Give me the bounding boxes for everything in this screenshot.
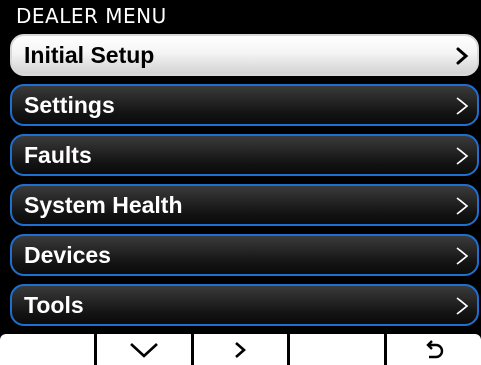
chevron-right-icon [456, 197, 469, 215]
chevron-down-icon [129, 342, 158, 358]
menu-item-label: System Health [24, 192, 183, 218]
menu-item-devices[interactable]: Devices [10, 234, 479, 276]
softkey-blank-2[interactable] [290, 334, 385, 365]
softkey-down[interactable] [96, 334, 191, 365]
menu-item-tools[interactable]: Tools [10, 284, 479, 326]
menu-item-label: Settings [24, 92, 115, 118]
menu-item-label: Tools [24, 292, 84, 318]
softkey-back[interactable] [387, 334, 481, 365]
menu-list: Initial Setup Settings Faults System Hea… [10, 34, 479, 334]
menu-item-settings[interactable]: Settings [10, 84, 479, 126]
chevron-right-icon [456, 147, 469, 165]
page-title: DEALER MENU [0, 0, 481, 32]
menu-item-label: Devices [24, 242, 111, 268]
menu-item-system-health[interactable]: System Health [10, 184, 479, 226]
chevron-right-icon [456, 97, 469, 115]
chevron-right-icon [235, 341, 247, 358]
menu-item-faults[interactable]: Faults [10, 134, 479, 176]
chevron-right-icon [456, 47, 469, 65]
menu-item-initial-setup[interactable]: Initial Setup [10, 34, 479, 76]
softkey-bar [0, 334, 481, 365]
softkey-select[interactable] [193, 334, 288, 365]
menu-item-label: Initial Setup [24, 42, 155, 68]
softkey-blank-1[interactable] [0, 334, 94, 365]
dealer-menu-screen: DEALER MENU Initial Setup Settings Fault… [0, 0, 481, 365]
menu-item-label: Faults [24, 142, 92, 168]
chevron-right-icon [456, 297, 469, 315]
chevron-right-icon [456, 247, 469, 265]
back-arrow-icon [426, 339, 444, 358]
